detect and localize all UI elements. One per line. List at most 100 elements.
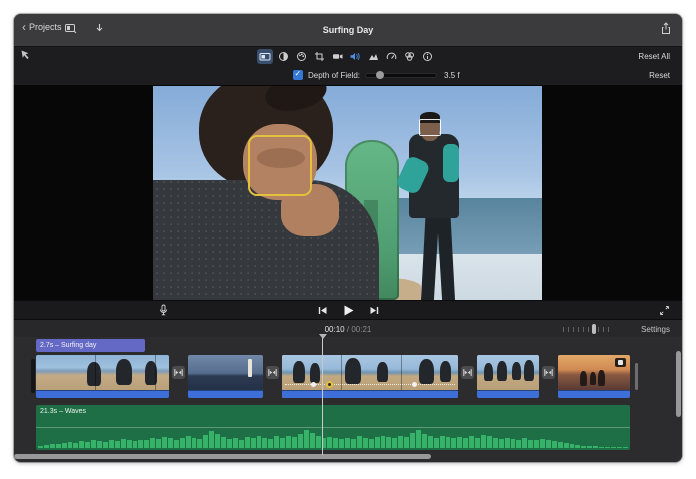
waveform-bar <box>570 444 575 448</box>
video-clip-5[interactable] <box>558 355 630 398</box>
waveform-bar <box>274 436 279 448</box>
clip-effect-badge <box>615 358 626 367</box>
waveform-bar <box>404 437 409 448</box>
pointer-tool-icon[interactable] <box>20 49 31 60</box>
tool-color-balance-icon[interactable] <box>275 49 291 64</box>
depth-slider-thumb[interactable] <box>376 71 384 79</box>
title-overlay-clip[interactable]: 2.7s – Surfing day <box>36 339 145 352</box>
waveform-bar <box>203 435 208 448</box>
waveform-bar <box>363 438 368 448</box>
waveform-bar <box>564 443 569 448</box>
timecode-separator: / <box>347 325 349 334</box>
waveform-bar <box>487 436 492 448</box>
transition-icon[interactable] <box>266 366 279 379</box>
person-silhouette <box>580 371 587 386</box>
depth-label: Depth of Field: <box>308 71 360 80</box>
timecode-current: 00:10 <box>325 325 345 334</box>
person-silhouette <box>484 363 493 381</box>
waveform-bar <box>463 438 468 448</box>
transition-icon[interactable] <box>461 366 474 379</box>
video-clip-1[interactable] <box>36 355 169 398</box>
tool-speed-icon[interactable] <box>383 49 399 64</box>
tool-cropping-icon[interactable] <box>311 49 327 64</box>
ocean <box>378 198 542 260</box>
waveform-bar <box>56 444 61 448</box>
skip-back-icon[interactable] <box>317 305 328 316</box>
tool-stabilization-icon[interactable] <box>329 49 345 64</box>
depth-checkbox[interactable] <box>293 70 303 80</box>
skip-forward-icon[interactable] <box>369 305 380 316</box>
keyframe-line <box>285 384 455 389</box>
depth-of-field-row: Depth of Field: 3.5 f Reset <box>14 66 682 85</box>
lighthouse-silhouette <box>248 359 252 377</box>
waveform-bar <box>268 439 273 448</box>
video-clip-3-selected[interactable] <box>282 355 458 398</box>
playhead[interactable] <box>322 337 323 455</box>
waveform-bar <box>280 438 285 448</box>
timecode-total: 00:21 <box>351 325 371 334</box>
tool-clip-information-icon[interactable] <box>419 49 435 64</box>
waveform-bar <box>587 446 592 448</box>
waveform-bar <box>451 438 456 448</box>
share-button[interactable] <box>660 22 672 35</box>
transition-icon[interactable] <box>542 366 555 379</box>
horizontal-scrollbar[interactable] <box>14 454 431 459</box>
face-detection-box-selected[interactable] <box>248 135 312 196</box>
clip-audio-strip <box>36 390 169 398</box>
timeline-zoom-thumb[interactable] <box>592 324 596 334</box>
tool-color-correction-icon[interactable] <box>293 49 309 64</box>
waveform-bar <box>251 438 256 448</box>
vertical-scrollbar[interactable] <box>676 351 681 417</box>
keyframe-dot[interactable] <box>311 382 316 387</box>
transition-icon[interactable] <box>172 366 185 379</box>
timeline-zoom-slider[interactable] <box>563 325 609 334</box>
waveform-bar <box>68 442 73 448</box>
video-preview[interactable] <box>153 86 542 300</box>
timeline-settings-button[interactable]: Settings <box>641 325 670 334</box>
waveform-bar <box>511 439 516 448</box>
tool-noise-reduction-equalizer-icon[interactable] <box>365 49 381 64</box>
transport-bar <box>14 300 682 319</box>
reset-button[interactable]: Reset <box>649 71 670 80</box>
tool-video-overlay-settings[interactable] <box>257 49 273 64</box>
waveform-bar <box>50 444 55 448</box>
trim-handle-right[interactable] <box>635 363 638 390</box>
waveform-bar <box>440 436 445 448</box>
keyframe-dot[interactable] <box>412 382 417 387</box>
video-clip-4[interactable] <box>477 355 539 398</box>
waveform-bar <box>197 439 202 448</box>
adjustments-bar: Reset All Depth of Field: 3.5 f Reset <box>14 47 682 85</box>
waveform-bar <box>174 440 179 448</box>
waveform-bar <box>416 430 421 448</box>
fullscreen-button[interactable] <box>659 305 670 316</box>
trim-handle-left[interactable] <box>31 359 35 393</box>
video-clip-2[interactable] <box>188 355 263 398</box>
waveform-bar <box>522 438 527 448</box>
waveform-bar <box>79 441 84 448</box>
viewer-area <box>14 85 682 300</box>
play-button-icon[interactable] <box>342 304 355 317</box>
keyframe-dot-selected[interactable] <box>326 381 333 388</box>
waveform-bar <box>62 443 67 448</box>
clip-audio-strip <box>282 390 458 398</box>
waveform-bar <box>546 440 551 448</box>
waveform-bar <box>493 438 498 448</box>
person-silhouette <box>512 362 521 380</box>
background-audio-clip[interactable]: 21.3s – Waves <box>36 405 630 450</box>
waveform-bar <box>581 446 586 448</box>
waveform-bar <box>85 442 90 448</box>
waveform-bar <box>593 446 598 448</box>
face-detection-box-secondary[interactable] <box>419 119 441 136</box>
waveform-bar <box>410 433 415 448</box>
depth-slider[interactable] <box>366 74 436 77</box>
waveform-bar <box>168 438 173 448</box>
waveform-bar <box>103 442 108 448</box>
tool-volume-icon[interactable] <box>347 49 363 64</box>
reset-all-button[interactable]: Reset All <box>638 52 670 61</box>
waveform-bar <box>180 438 185 448</box>
waveform-bar <box>446 437 451 448</box>
tool-clip-filter-audio-effects-icon[interactable] <box>401 49 417 64</box>
waveform-bar <box>150 438 155 448</box>
timeline-area: 2.7s – Surfing day <box>14 337 682 462</box>
clip-audio-strip <box>558 390 630 398</box>
